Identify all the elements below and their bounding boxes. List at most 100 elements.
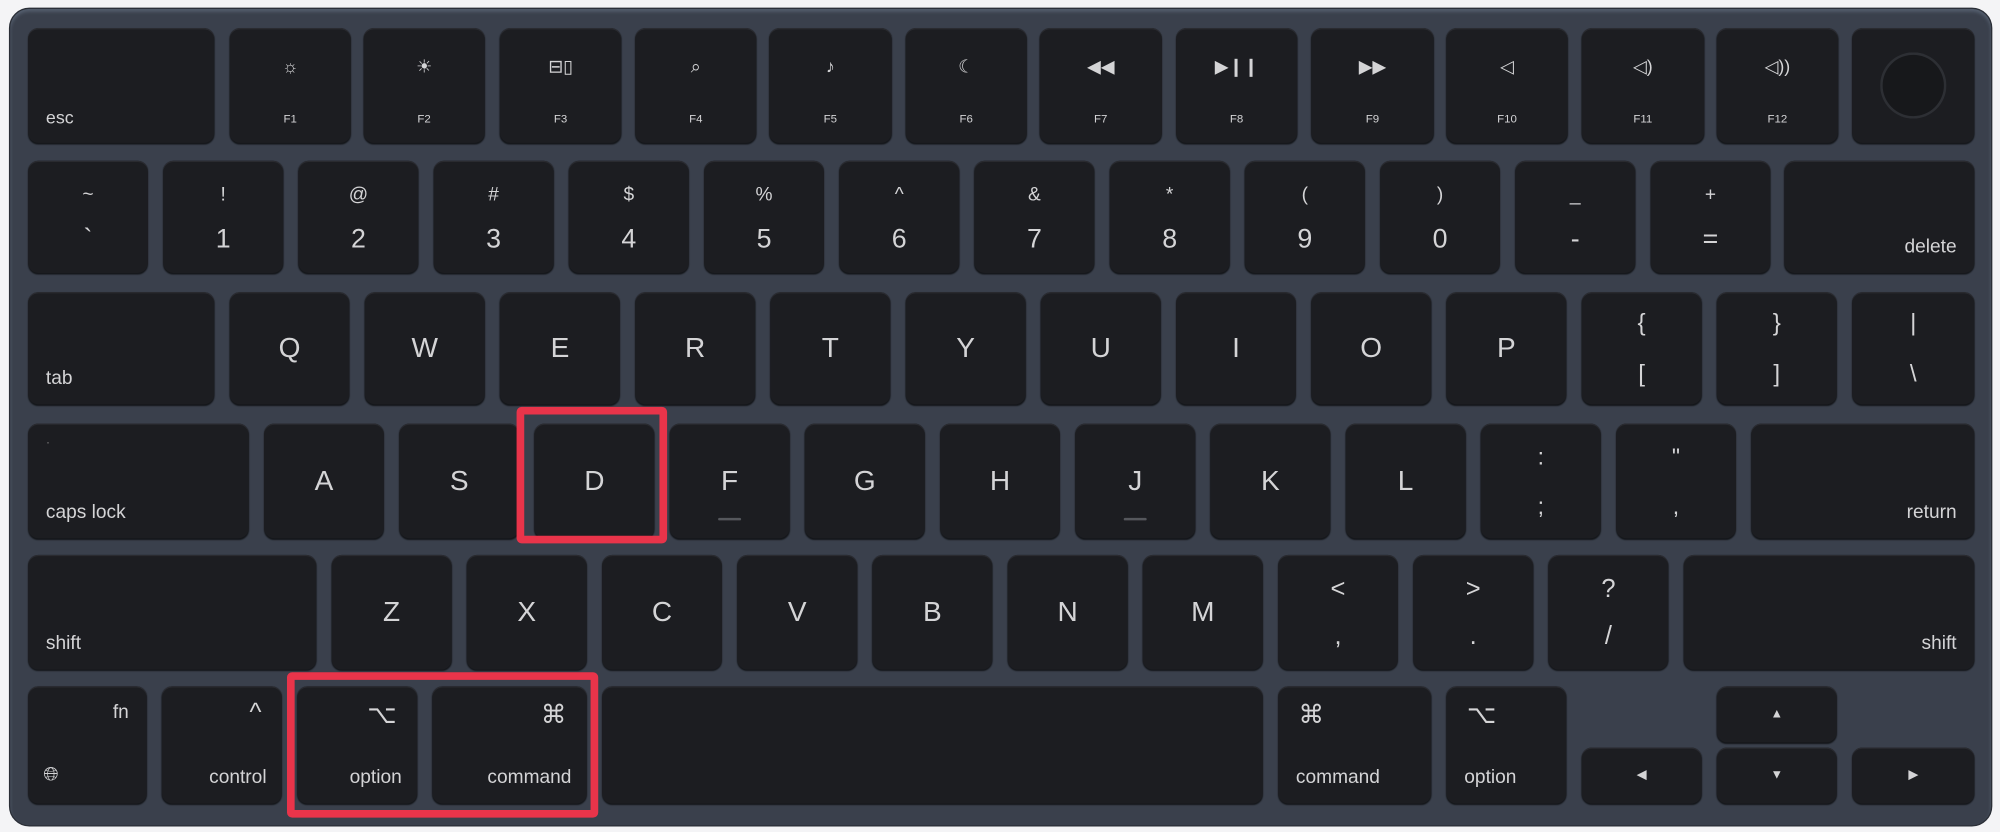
key-legend: command: [1295, 766, 1380, 789]
key-7[interactable]: & 7: [974, 160, 1095, 273]
key-o[interactable]: O: [1311, 292, 1432, 405]
key-legend: :: [1537, 443, 1545, 470]
key-f11[interactable]: ◁) F11: [1581, 28, 1705, 143]
key-f9[interactable]: ▶▶ F9: [1311, 28, 1434, 143]
key-symbol[interactable]: + =: [1650, 160, 1771, 273]
key-m[interactable]: M: [1142, 554, 1263, 670]
key-symbol[interactable]: ",: [1616, 423, 1736, 539]
key-symbol[interactable]: _ -: [1515, 160, 1636, 273]
arrow-down-icon: ▼: [1770, 768, 1784, 783]
key-symbol[interactable]: :;: [1480, 423, 1601, 539]
key-3[interactable]: #3: [433, 160, 554, 273]
key-f6[interactable]: ☾ F6: [905, 28, 1027, 143]
key-y[interactable]: Y: [905, 292, 1026, 405]
key-c[interactable]: C: [602, 554, 722, 670]
key-space[interactable]: [602, 686, 1263, 804]
key-symbol[interactable]: }]: [1716, 292, 1837, 405]
key-t[interactable]: T: [770, 292, 891, 405]
key-symbol[interactable]: >.: [1413, 554, 1534, 670]
key-x[interactable]: X: [466, 554, 587, 670]
key-shift-right[interactable]: shift: [1683, 554, 1975, 670]
key-f1[interactable]: ☼ F1: [229, 28, 351, 143]
key-legend: A: [314, 464, 334, 497]
key-f5[interactable]: ♪ F5: [769, 28, 892, 143]
key-5[interactable]: % 5: [704, 160, 824, 273]
key-s[interactable]: S: [399, 423, 520, 539]
key-q[interactable]: Q: [229, 292, 350, 405]
key-f2[interactable]: ☀ F2: [363, 28, 485, 143]
key-return[interactable]: return: [1751, 423, 1975, 539]
key-legend: caps lock: [45, 501, 126, 523]
key-legend: control: [209, 766, 267, 789]
key-control[interactable]: ^ control: [161, 686, 282, 804]
key-symbol[interactable]: {[: [1581, 292, 1702, 405]
key-j[interactable]: J: [1075, 423, 1196, 539]
key-2[interactable]: @2: [298, 160, 419, 273]
key-r[interactable]: R: [635, 292, 756, 405]
key-h[interactable]: H: [940, 423, 1060, 539]
key-symbol[interactable]: <,: [1278, 554, 1398, 670]
command-symbol-icon: ⌘: [1298, 701, 1324, 730]
key-9[interactable]: (9: [1244, 160, 1365, 273]
key-f4[interactable]: ⌕ F4: [635, 28, 757, 143]
key-legend: *: [1165, 183, 1174, 206]
key-4[interactable]: $4: [568, 160, 689, 273]
key-symbol[interactable]: ~ `: [28, 160, 148, 273]
key-1[interactable]: ! 1: [163, 160, 284, 273]
key-6[interactable]: ^ 6: [839, 160, 960, 273]
globe-icon: 🌐︎: [43, 764, 59, 786]
key-esc[interactable]: esc: [28, 28, 215, 143]
key-option-right[interactable]: ⌥ option: [1446, 686, 1567, 804]
key-l[interactable]: L: [1345, 423, 1466, 539]
key-v[interactable]: V: [737, 554, 858, 670]
key-legend: F5: [823, 112, 838, 125]
key-f8[interactable]: ▶❙❙ F8: [1176, 28, 1298, 143]
key-g[interactable]: G: [804, 423, 925, 539]
key-legend: |: [1910, 309, 1917, 337]
key-symbol[interactable]: ? /: [1548, 554, 1669, 670]
key-arrow-up[interactable]: ▲: [1716, 686, 1837, 743]
key-legend: ]: [1773, 360, 1781, 388]
key-caps-lock[interactable]: caps lock ·: [28, 423, 249, 539]
key-a[interactable]: A: [264, 423, 384, 539]
key-touch-id[interactable]: [1852, 28, 1975, 143]
key-delete[interactable]: delete: [1784, 160, 1975, 273]
key-w[interactable]: W: [364, 292, 485, 405]
key-b[interactable]: B: [872, 554, 993, 670]
key-k[interactable]: K: [1210, 423, 1331, 539]
key-e[interactable]: E: [499, 292, 620, 405]
key-tab[interactable]: tab: [28, 292, 215, 405]
key-arrow-right[interactable]: ▶: [1852, 747, 1975, 804]
key-legend: F: [721, 464, 739, 497]
key-f10[interactable]: ◁ F10: [1446, 28, 1568, 143]
key-shift-left[interactable]: shift: [28, 554, 317, 670]
key-f[interactable]: F: [669, 423, 790, 539]
key-command-right[interactable]: ⌘ command: [1278, 686, 1432, 804]
key-legend: ": [1671, 443, 1681, 470]
key-legend: 2: [350, 224, 366, 254]
key-p[interactable]: P: [1446, 292, 1567, 405]
key-i[interactable]: I: [1176, 292, 1296, 405]
key-f12[interactable]: ◁)) F12: [1716, 28, 1839, 143]
highlight-option-command-keys: [286, 672, 599, 818]
key-legend: E: [550, 331, 570, 364]
key-f3[interactable]: ⊟▯ F3: [499, 28, 622, 143]
key-symbol[interactable]: | \: [1852, 292, 1975, 405]
key-0[interactable]: ) 0: [1380, 160, 1500, 273]
home-key-bump: [1123, 517, 1147, 521]
touch-id-icon[interactable]: [1880, 52, 1947, 119]
key-legend: T: [821, 331, 839, 364]
key-fn[interactable]: fn 🌐︎: [28, 686, 147, 804]
key-legend: 4: [621, 224, 637, 254]
key-legend: .: [1469, 622, 1477, 651]
key-legend: J: [1128, 464, 1143, 497]
key-arrow-down[interactable]: ▼: [1716, 747, 1837, 804]
key-n[interactable]: N: [1007, 554, 1128, 670]
key-legend: Q: [278, 331, 301, 364]
key-z[interactable]: Z: [331, 554, 452, 670]
key-legend: V: [787, 595, 807, 628]
key-arrow-left[interactable]: ◀: [1581, 747, 1702, 804]
key-8[interactable]: * 8: [1109, 160, 1230, 273]
key-f7[interactable]: ◀◀ F7: [1039, 28, 1162, 143]
key-u[interactable]: U: [1040, 292, 1161, 405]
